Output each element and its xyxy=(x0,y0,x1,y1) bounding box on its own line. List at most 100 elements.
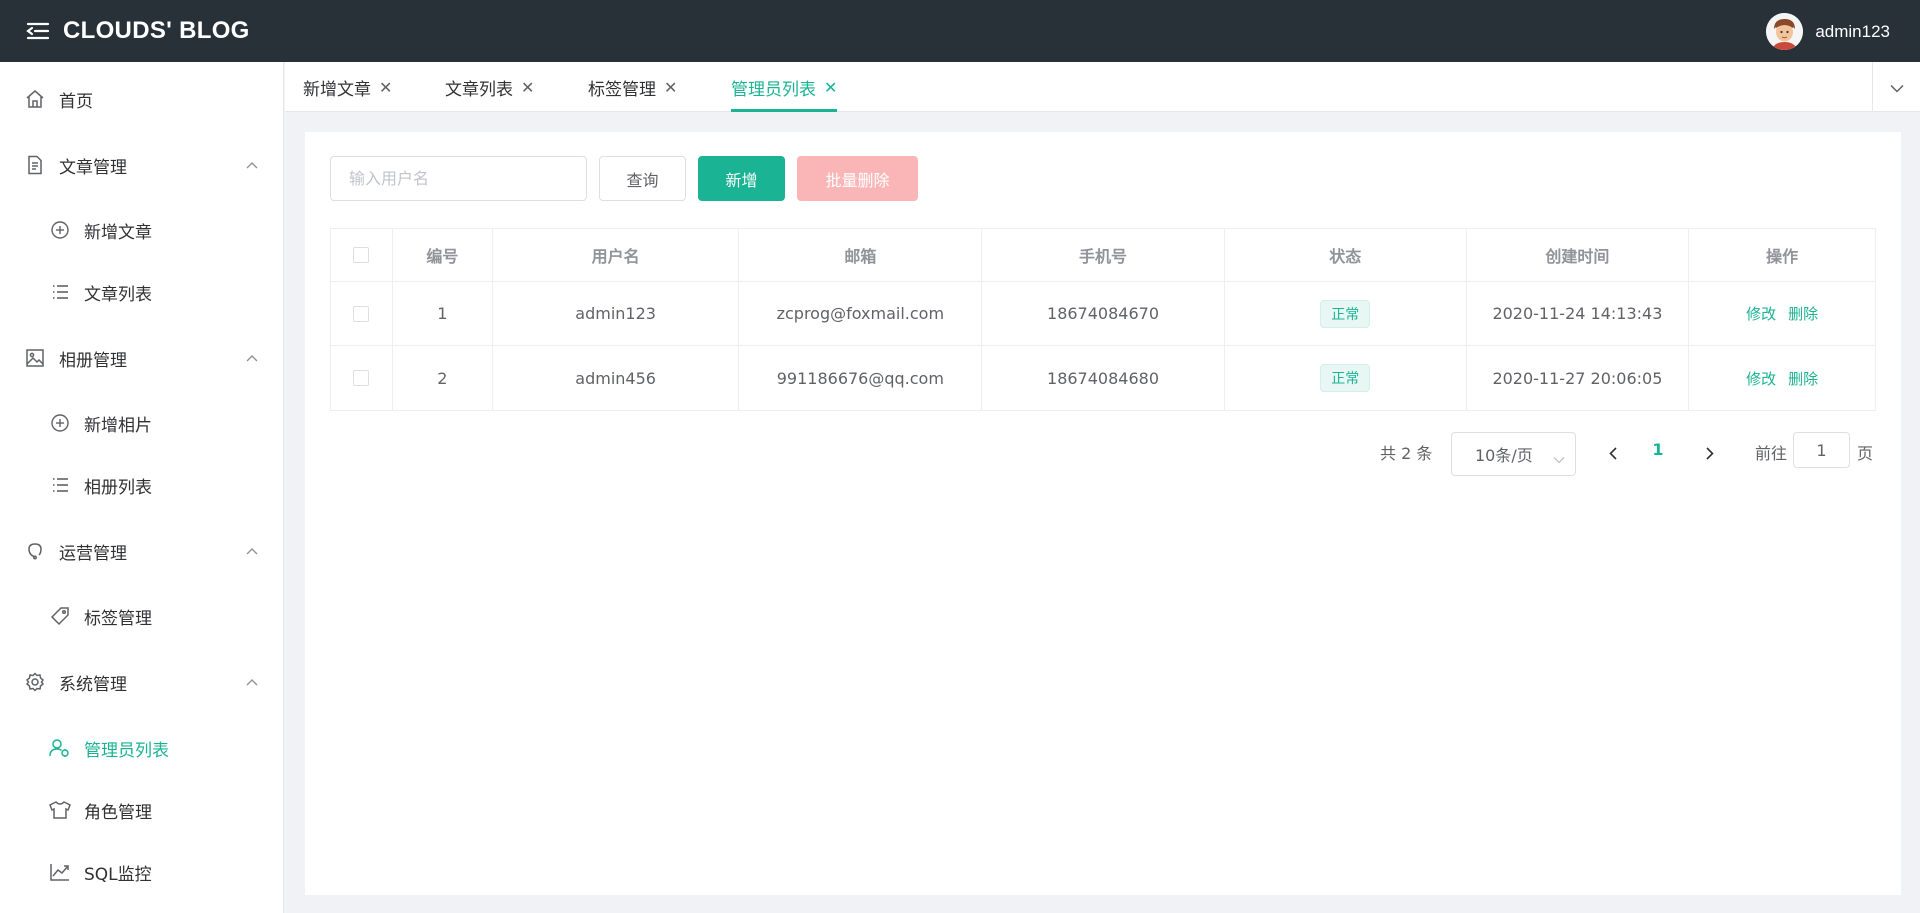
sidebar-group-albums[interactable]: 相册管理 xyxy=(0,330,284,386)
cell-phone: 18674084680 xyxy=(982,346,1225,410)
close-icon[interactable]: ✕ xyxy=(824,78,837,97)
page-number-current[interactable]: 1 xyxy=(1648,440,1668,459)
sidebar-item-label: 文章管理 xyxy=(59,157,127,178)
select-all-cell xyxy=(331,229,393,281)
sidebar-item-roles[interactable]: 角色管理 xyxy=(0,782,284,838)
plus-circle-icon xyxy=(49,412,71,434)
cell-username: admin456 xyxy=(493,346,740,410)
search-input[interactable] xyxy=(330,156,587,201)
sidebar-item-label: 管理员列表 xyxy=(84,740,169,761)
tag-icon xyxy=(49,605,71,627)
edit-link[interactable]: 修改 xyxy=(1746,368,1776,389)
sidebar-item-album-list[interactable]: 相册列表 xyxy=(0,457,284,513)
cell-status: 正常 xyxy=(1225,346,1467,410)
main-card: 查询 新增 批量删除 编号 用户名 邮箱 手机号 状态 创建时间 操作 1 ad… xyxy=(305,132,1901,895)
tab-label: 新增文章 xyxy=(303,79,371,100)
pagination-total: 共 2 条 xyxy=(1380,444,1433,463)
tabs-bar: 新增文章 ✕ 文章列表 ✕ 标签管理 ✕ 管理员列表 ✕ xyxy=(285,62,1920,112)
tab-label: 管理员列表 xyxy=(731,79,816,100)
sidebar-item-home[interactable]: 首页 xyxy=(0,71,284,127)
close-icon[interactable]: ✕ xyxy=(379,78,392,97)
tab-label: 文章列表 xyxy=(445,79,513,100)
page-suffix-label: 页 xyxy=(1857,444,1874,463)
sidebar-item-tags[interactable]: 标签管理 xyxy=(0,588,284,644)
delete-link[interactable]: 删除 xyxy=(1788,303,1818,324)
row-checkbox[interactable] xyxy=(353,370,370,386)
cell-created: 2020-11-24 14:13:43 xyxy=(1467,282,1690,345)
goto-label: 前往 xyxy=(1755,444,1788,463)
cell-email: 991186676@qq.com xyxy=(739,346,983,410)
cell-id: 1 xyxy=(393,282,493,345)
page-size-select[interactable]: 10条/页 xyxy=(1451,432,1576,476)
sidebar: 首页 文章管理 新增文章 文章列表 相册管理 新增相片 相册列表 运营管理 标签… xyxy=(0,62,284,913)
row-checkbox[interactable] xyxy=(353,305,370,322)
chevron-up-icon xyxy=(246,676,258,688)
tab-admin-list[interactable]: 管理员列表 ✕ xyxy=(731,62,838,112)
sidebar-item-label: 运营管理 xyxy=(59,543,127,564)
row-select-cell xyxy=(331,346,393,410)
tab-new-article[interactable]: 新增文章 ✕ xyxy=(303,62,392,112)
user-menu[interactable]: admin123 xyxy=(1766,13,1890,50)
status-badge: 正常 xyxy=(1320,299,1371,328)
edit-link[interactable]: 修改 xyxy=(1746,303,1776,324)
row-select-cell xyxy=(331,282,393,345)
sidebar-item-label: 新增相片 xyxy=(84,415,152,436)
close-icon[interactable]: ✕ xyxy=(521,78,534,97)
chevron-down-icon xyxy=(1889,78,1904,97)
sidebar-item-sql-monitor[interactable]: SQL监控 xyxy=(0,844,284,900)
add-button[interactable]: 新增 xyxy=(698,156,785,201)
tab-tag-management[interactable]: 标签管理 ✕ xyxy=(588,62,677,112)
gear-icon xyxy=(24,671,46,693)
close-icon[interactable]: ✕ xyxy=(664,78,677,97)
column-header-created: 创建时间 xyxy=(1467,229,1690,281)
sidebar-group-operations[interactable]: 运营管理 xyxy=(0,523,284,579)
batch-delete-button[interactable]: 批量删除 xyxy=(797,156,918,201)
page-size-value: 10条/页 xyxy=(1475,446,1533,465)
shirt-icon xyxy=(49,799,71,821)
sidebar-item-new-photo[interactable]: 新增相片 xyxy=(0,395,284,451)
cell-username: admin123 xyxy=(493,282,740,345)
prev-page-button[interactable] xyxy=(1600,434,1626,474)
admin-table: 编号 用户名 邮箱 手机号 状态 创建时间 操作 1 admin123 zcpr… xyxy=(330,228,1876,411)
chevron-down-icon xyxy=(1553,449,1565,468)
goto-page-input[interactable] xyxy=(1793,432,1850,468)
active-tab-indicator xyxy=(731,109,838,112)
tabs-dropdown-button[interactable] xyxy=(1872,62,1920,112)
cell-actions: 修改 删除 xyxy=(1689,282,1875,345)
sidebar-item-label: 首页 xyxy=(59,91,93,112)
sidebar-item-label: SQL监控 xyxy=(84,864,152,885)
column-header-email: 邮箱 xyxy=(739,229,983,281)
sidebar-group-system[interactable]: 系统管理 xyxy=(0,654,284,710)
sidebar-item-new-article[interactable]: 新增文章 xyxy=(0,202,284,258)
chevron-right-icon xyxy=(1706,445,1714,464)
sidebar-item-article-list[interactable]: 文章列表 xyxy=(0,264,284,320)
sidebar-item-label: 相册列表 xyxy=(84,477,152,498)
plus-circle-icon xyxy=(49,219,71,241)
table-row: 1 admin123 zcprog@foxmail.com 1867408467… xyxy=(331,282,1875,346)
username: admin123 xyxy=(1815,21,1890,41)
list-icon xyxy=(49,281,71,303)
column-header-actions: 操作 xyxy=(1766,247,1799,266)
cell-phone: 18674084670 xyxy=(982,282,1225,345)
query-button[interactable]: 查询 xyxy=(599,156,686,201)
column-header-status: 状态 xyxy=(1225,229,1467,281)
sidebar-item-label: 新增文章 xyxy=(84,222,152,243)
chevron-left-icon xyxy=(1609,445,1617,464)
tab-label: 标签管理 xyxy=(588,79,656,100)
select-all-checkbox[interactable] xyxy=(353,247,370,263)
next-page-button[interactable] xyxy=(1697,434,1723,474)
table-header-row: 编号 用户名 邮箱 手机号 状态 创建时间 操作 xyxy=(331,229,1875,282)
sidebar-item-admin-list[interactable]: 管理员列表 xyxy=(0,720,284,776)
menu-toggle-icon[interactable] xyxy=(25,18,51,44)
cell-created: 2020-11-27 20:06:05 xyxy=(1467,346,1690,410)
tab-article-list[interactable]: 文章列表 ✕ xyxy=(445,62,534,112)
top-header: CLOUDS' BLOG admin123 xyxy=(0,0,1920,62)
sidebar-group-articles[interactable]: 文章管理 xyxy=(0,137,284,193)
list-icon xyxy=(49,474,71,496)
column-header-phone: 手机号 xyxy=(982,229,1225,281)
picture-icon xyxy=(24,347,46,369)
chevron-up-icon xyxy=(246,159,258,171)
avatar xyxy=(1766,13,1804,50)
column-header-id: 编号 xyxy=(393,229,493,281)
delete-link[interactable]: 删除 xyxy=(1788,368,1818,389)
